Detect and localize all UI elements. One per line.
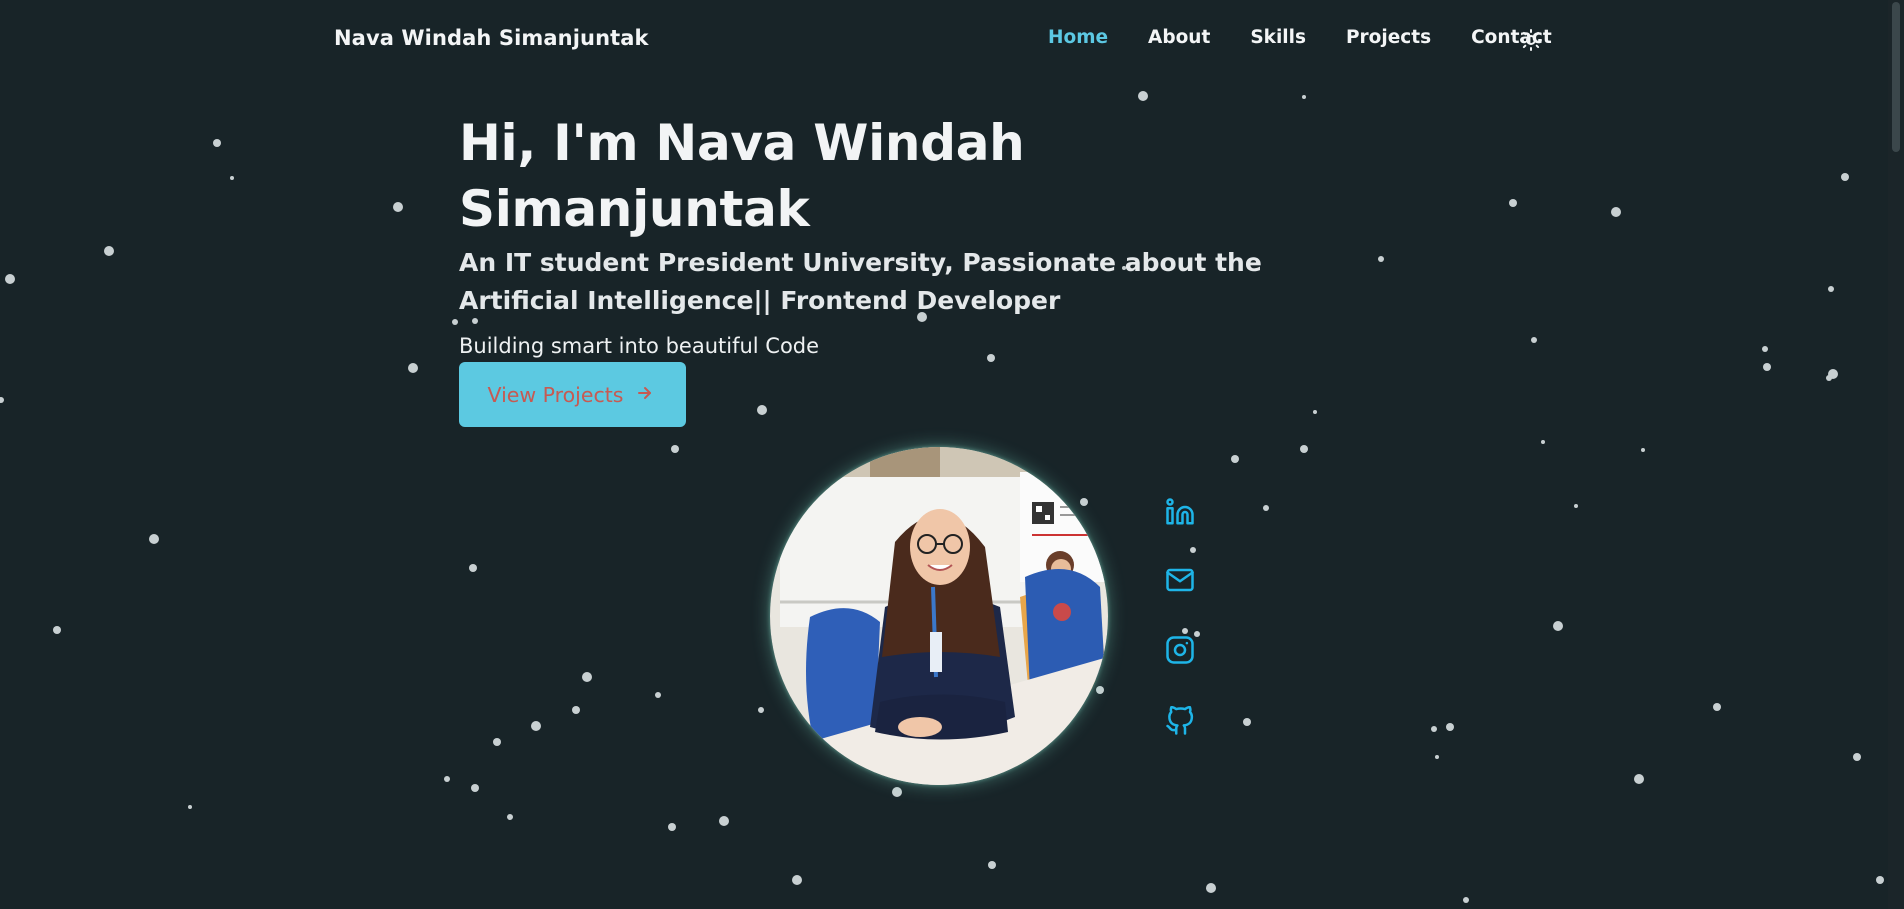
star-dot <box>1531 337 1537 343</box>
star-dot <box>1634 774 1644 784</box>
star-dot <box>1828 286 1834 292</box>
nav-item-skills[interactable]: Skills <box>1250 27 1306 48</box>
star-dot <box>1762 346 1768 352</box>
star-dot <box>792 875 802 885</box>
arrow-right-icon <box>637 384 653 405</box>
star-dot <box>1206 883 1216 893</box>
page-scrollbar[interactable] <box>1888 0 1904 909</box>
star-dot <box>1509 199 1517 207</box>
star-dot <box>213 139 221 147</box>
star-dot <box>892 787 902 797</box>
hero-section: Hi, I'm Nava Windah Simanjuntak An IT st… <box>459 110 1359 361</box>
star-dot <box>757 405 767 415</box>
star-dot <box>188 805 192 809</box>
view-projects-label: View Projects <box>487 382 624 407</box>
brand-name[interactable]: Nava Windah Simanjuntak <box>334 26 649 50</box>
instagram-icon <box>1166 636 1194 664</box>
star-dot <box>1190 547 1196 553</box>
star-dot <box>408 363 418 373</box>
star-dot <box>719 816 729 826</box>
star-dot <box>507 814 513 820</box>
star-dot <box>1828 369 1838 379</box>
star-dot <box>1641 448 1645 452</box>
page: Nava Windah Simanjuntak Home About Skill… <box>0 0 1904 909</box>
star-dot <box>149 534 159 544</box>
star-dot <box>0 397 4 403</box>
star-dot <box>531 721 541 731</box>
star-dot <box>572 706 580 714</box>
star-dot <box>1096 686 1104 694</box>
star-dot <box>53 626 61 634</box>
star-dot <box>1313 410 1317 414</box>
star-dot <box>1853 753 1861 761</box>
navbar: Nava Windah Simanjuntak Home About Skill… <box>0 0 1888 80</box>
star-dot <box>444 776 450 782</box>
star-dot <box>1541 440 1545 444</box>
star-dot <box>469 564 477 572</box>
star-dot <box>393 202 403 212</box>
nav-item-projects[interactable]: Projects <box>1346 27 1431 48</box>
nav-links: Home About Skills Projects Contact <box>1048 27 1592 48</box>
star-dot <box>1876 876 1884 884</box>
star-dot <box>493 738 501 746</box>
profile-photo <box>770 447 1108 785</box>
hero-title: Hi, I'm Nava Windah Simanjuntak <box>459 114 1025 238</box>
star-dot <box>671 445 679 453</box>
star-dot <box>1463 897 1469 903</box>
email-link[interactable] <box>1162 562 1198 598</box>
star-dot <box>1553 621 1563 631</box>
star-dot <box>1713 703 1721 711</box>
star-dot <box>1378 256 1384 262</box>
star-dot <box>758 707 764 713</box>
star-dot <box>1841 173 1849 181</box>
star-dot <box>1243 718 1251 726</box>
sun-icon <box>1520 29 1542 51</box>
star-dot <box>1231 455 1239 463</box>
scrollbar-thumb[interactable] <box>1892 2 1900 152</box>
star-dot <box>452 319 458 325</box>
star-dot <box>1826 375 1832 381</box>
star-dot <box>988 861 996 869</box>
linkedin-link[interactable] <box>1162 494 1198 530</box>
github-icon <box>1166 706 1194 735</box>
star-dot <box>1138 91 1148 101</box>
theme-toggle-button[interactable] <box>1519 28 1543 52</box>
linkedin-icon <box>1166 498 1194 525</box>
github-link[interactable] <box>1162 703 1198 739</box>
star-dot <box>1611 207 1621 217</box>
star-dot <box>230 176 234 180</box>
view-projects-button[interactable]: View Projects <box>459 362 686 427</box>
hero-subtitle: An IT student President University, Pass… <box>459 248 1262 315</box>
nav-item-about[interactable]: About <box>1148 27 1210 48</box>
star-dot <box>655 692 661 698</box>
star-dot <box>471 784 479 792</box>
star-dot <box>1302 95 1306 99</box>
star-dot <box>1080 498 1088 506</box>
nav-item-home[interactable]: Home <box>1048 27 1108 48</box>
star-dot <box>1435 755 1439 759</box>
star-dot <box>104 246 114 256</box>
star-dot <box>1574 504 1578 508</box>
star-dot <box>582 672 592 682</box>
star-dot <box>1446 723 1454 731</box>
star-dot <box>5 274 15 284</box>
star-dot <box>1263 505 1269 511</box>
hero-tagline: Building smart into beautiful Code <box>459 334 820 358</box>
mail-icon <box>1166 568 1194 592</box>
instagram-link[interactable] <box>1162 632 1198 668</box>
star-dot <box>1300 445 1308 453</box>
star-dot <box>668 823 676 831</box>
star-dot <box>1431 726 1437 732</box>
star-dot <box>1763 363 1771 371</box>
